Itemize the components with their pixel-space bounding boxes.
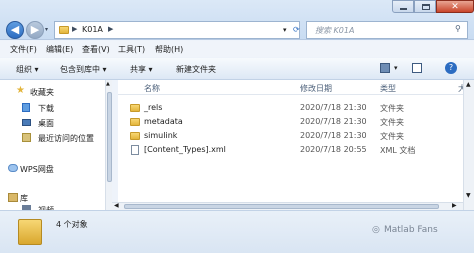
wechat-logo-icon: ◎	[372, 225, 380, 235]
recent-places-icon	[22, 133, 31, 142]
downloads-icon	[22, 103, 30, 112]
navigation-pane-scrollbar[interactable]: ▲	[105, 80, 112, 210]
library-icon	[8, 193, 18, 202]
file-type: 文件夹	[380, 132, 404, 141]
organize-button[interactable]: 组织 ▾	[16, 64, 39, 75]
item-count: 4 个对象	[56, 220, 88, 229]
folder-icon	[130, 104, 140, 112]
sidebar-item-desktop[interactable]: 桌面	[0, 117, 100, 129]
address-current-folder[interactable]: K01A	[82, 25, 103, 34]
sidebar-item-downloads[interactable]: 下载	[0, 102, 100, 114]
table-row[interactable]: metadata 2020/7/18 21:30 文件夹	[118, 116, 463, 128]
scroll-down-icon[interactable]: ▼	[466, 192, 471, 199]
file-type: XML 文档	[380, 146, 416, 155]
address-dropdown-icon[interactable]: ▾	[283, 26, 287, 34]
close-icon: ✕	[451, 2, 459, 12]
maximize-icon	[422, 4, 430, 10]
file-name: [Content_Types].xml	[144, 145, 226, 154]
file-list-vertical-scrollbar[interactable]: ▲ ▼	[463, 80, 474, 210]
sidebar-libraries[interactable]: 库	[0, 192, 100, 204]
navigation-pane: ★ 收藏夹 下载 桌面 最近访问的位置 WPS网盘 库 视频	[0, 80, 112, 210]
folder-icon	[59, 26, 69, 34]
horizontal-scroll-thumb[interactable]	[124, 204, 439, 209]
search-icon[interactable]: ⚲	[455, 24, 461, 33]
recent-pages-dropdown[interactable]: ▾	[45, 26, 48, 33]
address-separator: ▶	[72, 25, 78, 33]
new-folder-button[interactable]: 新建文件夹	[176, 64, 216, 75]
file-name: _rels	[144, 103, 163, 112]
command-bar: 组织 ▾ 包含到库中 ▾ 共享 ▾ 新建文件夹 ▾ ?	[0, 58, 474, 80]
sidebar-wps-drive[interactable]: WPS网盘	[0, 163, 100, 175]
scroll-up-icon[interactable]: ▲	[466, 81, 471, 88]
sidebar-favorites-label: 收藏夹	[30, 88, 54, 97]
file-list: 名称 修改日期 类型 大 _rels 2020/7/18 21:30 文件夹 m…	[118, 80, 466, 210]
menu-file[interactable]: 文件(F)	[10, 44, 37, 55]
file-type: 文件夹	[380, 104, 404, 113]
search-input[interactable]: 搜索 K01A ⚲	[306, 21, 468, 39]
xml-file-icon	[131, 145, 139, 155]
scroll-up-icon[interactable]: ▲	[106, 81, 110, 87]
menu-help[interactable]: 帮助(H)	[155, 44, 183, 55]
file-name: simulink	[144, 131, 178, 140]
file-date: 2020/7/18 21:30	[300, 117, 367, 126]
minimize-button[interactable]	[392, 0, 414, 13]
file-name: metadata	[144, 117, 183, 126]
menu-bar: 文件(F) 编辑(E) 查看(V) 工具(T) 帮助(H)	[0, 41, 474, 57]
menu-view[interactable]: 查看(V)	[82, 44, 110, 55]
preview-pane-icon[interactable]	[412, 63, 422, 73]
minimize-icon	[400, 8, 407, 10]
star-icon: ★	[16, 85, 25, 96]
large-folder-icon	[18, 219, 42, 245]
folder-icon	[130, 118, 140, 126]
sidebar-item-recent-places[interactable]: 最近访问的位置	[0, 132, 100, 144]
cloud-drive-icon	[8, 164, 18, 172]
scroll-right-icon[interactable]: ▶	[452, 202, 457, 209]
table-row[interactable]: _rels 2020/7/18 21:30 文件夹	[118, 102, 463, 114]
table-row[interactable]: [Content_Types].xml 2020/7/18 20:55 XML …	[118, 144, 463, 156]
help-icon[interactable]: ?	[445, 62, 457, 74]
address-separator-2: ▶	[108, 25, 114, 33]
file-list-horizontal-scrollbar[interactable]: ◀ ▶	[112, 202, 463, 210]
scroll-thumb[interactable]	[107, 92, 112, 182]
forward-arrow-icon: ▶	[30, 23, 40, 36]
search-placeholder: 搜索 K01A	[315, 26, 355, 35]
menu-tools[interactable]: 工具(T)	[118, 44, 145, 55]
watermark-text: Matlab Fans	[384, 225, 438, 235]
view-options-dropdown-icon[interactable]: ▾	[394, 64, 398, 72]
share-button[interactable]: 共享 ▾	[130, 64, 153, 75]
sidebar-favorites[interactable]: ★ 收藏夹	[0, 85, 100, 98]
column-header-date[interactable]: 修改日期	[300, 83, 332, 94]
file-date: 2020/7/18 21:30	[300, 103, 367, 112]
folder-icon	[130, 132, 140, 140]
column-header-name[interactable]: 名称	[144, 83, 160, 94]
file-type: 文件夹	[380, 118, 404, 127]
file-date: 2020/7/18 20:55	[300, 145, 367, 154]
details-pane: 4 个对象 ◎ Matlab Fans	[0, 210, 474, 253]
column-header-divider	[118, 94, 463, 95]
view-options-icon[interactable]	[380, 63, 390, 73]
sidebar-item-label: 桌面	[38, 119, 54, 128]
table-row[interactable]: simulink 2020/7/18 21:30 文件夹	[118, 130, 463, 142]
include-in-library-button[interactable]: 包含到库中 ▾	[60, 64, 107, 75]
address-bar[interactable]: ▶ K01A ▶ ▾ ⟳	[54, 21, 300, 39]
column-header-type[interactable]: 类型	[380, 83, 396, 94]
file-date: 2020/7/18 21:30	[300, 131, 367, 140]
maximize-button[interactable]	[414, 0, 436, 13]
refresh-icon[interactable]: ⟳	[293, 25, 300, 34]
sidebar-item-label: 下载	[38, 104, 54, 113]
sidebar-libraries-label: 库	[20, 194, 28, 203]
scroll-left-icon[interactable]: ◀	[114, 202, 119, 209]
back-arrow-icon: ◀	[10, 23, 20, 36]
close-button[interactable]: ✕	[436, 0, 474, 13]
back-button[interactable]: ◀	[6, 21, 24, 39]
forward-button[interactable]: ▶	[26, 21, 44, 39]
sidebar-item-label: 最近访问的位置	[38, 134, 94, 143]
sidebar-wps-label: WPS网盘	[20, 165, 54, 174]
menu-edit[interactable]: 编辑(E)	[46, 44, 73, 55]
desktop-icon	[22, 119, 31, 126]
